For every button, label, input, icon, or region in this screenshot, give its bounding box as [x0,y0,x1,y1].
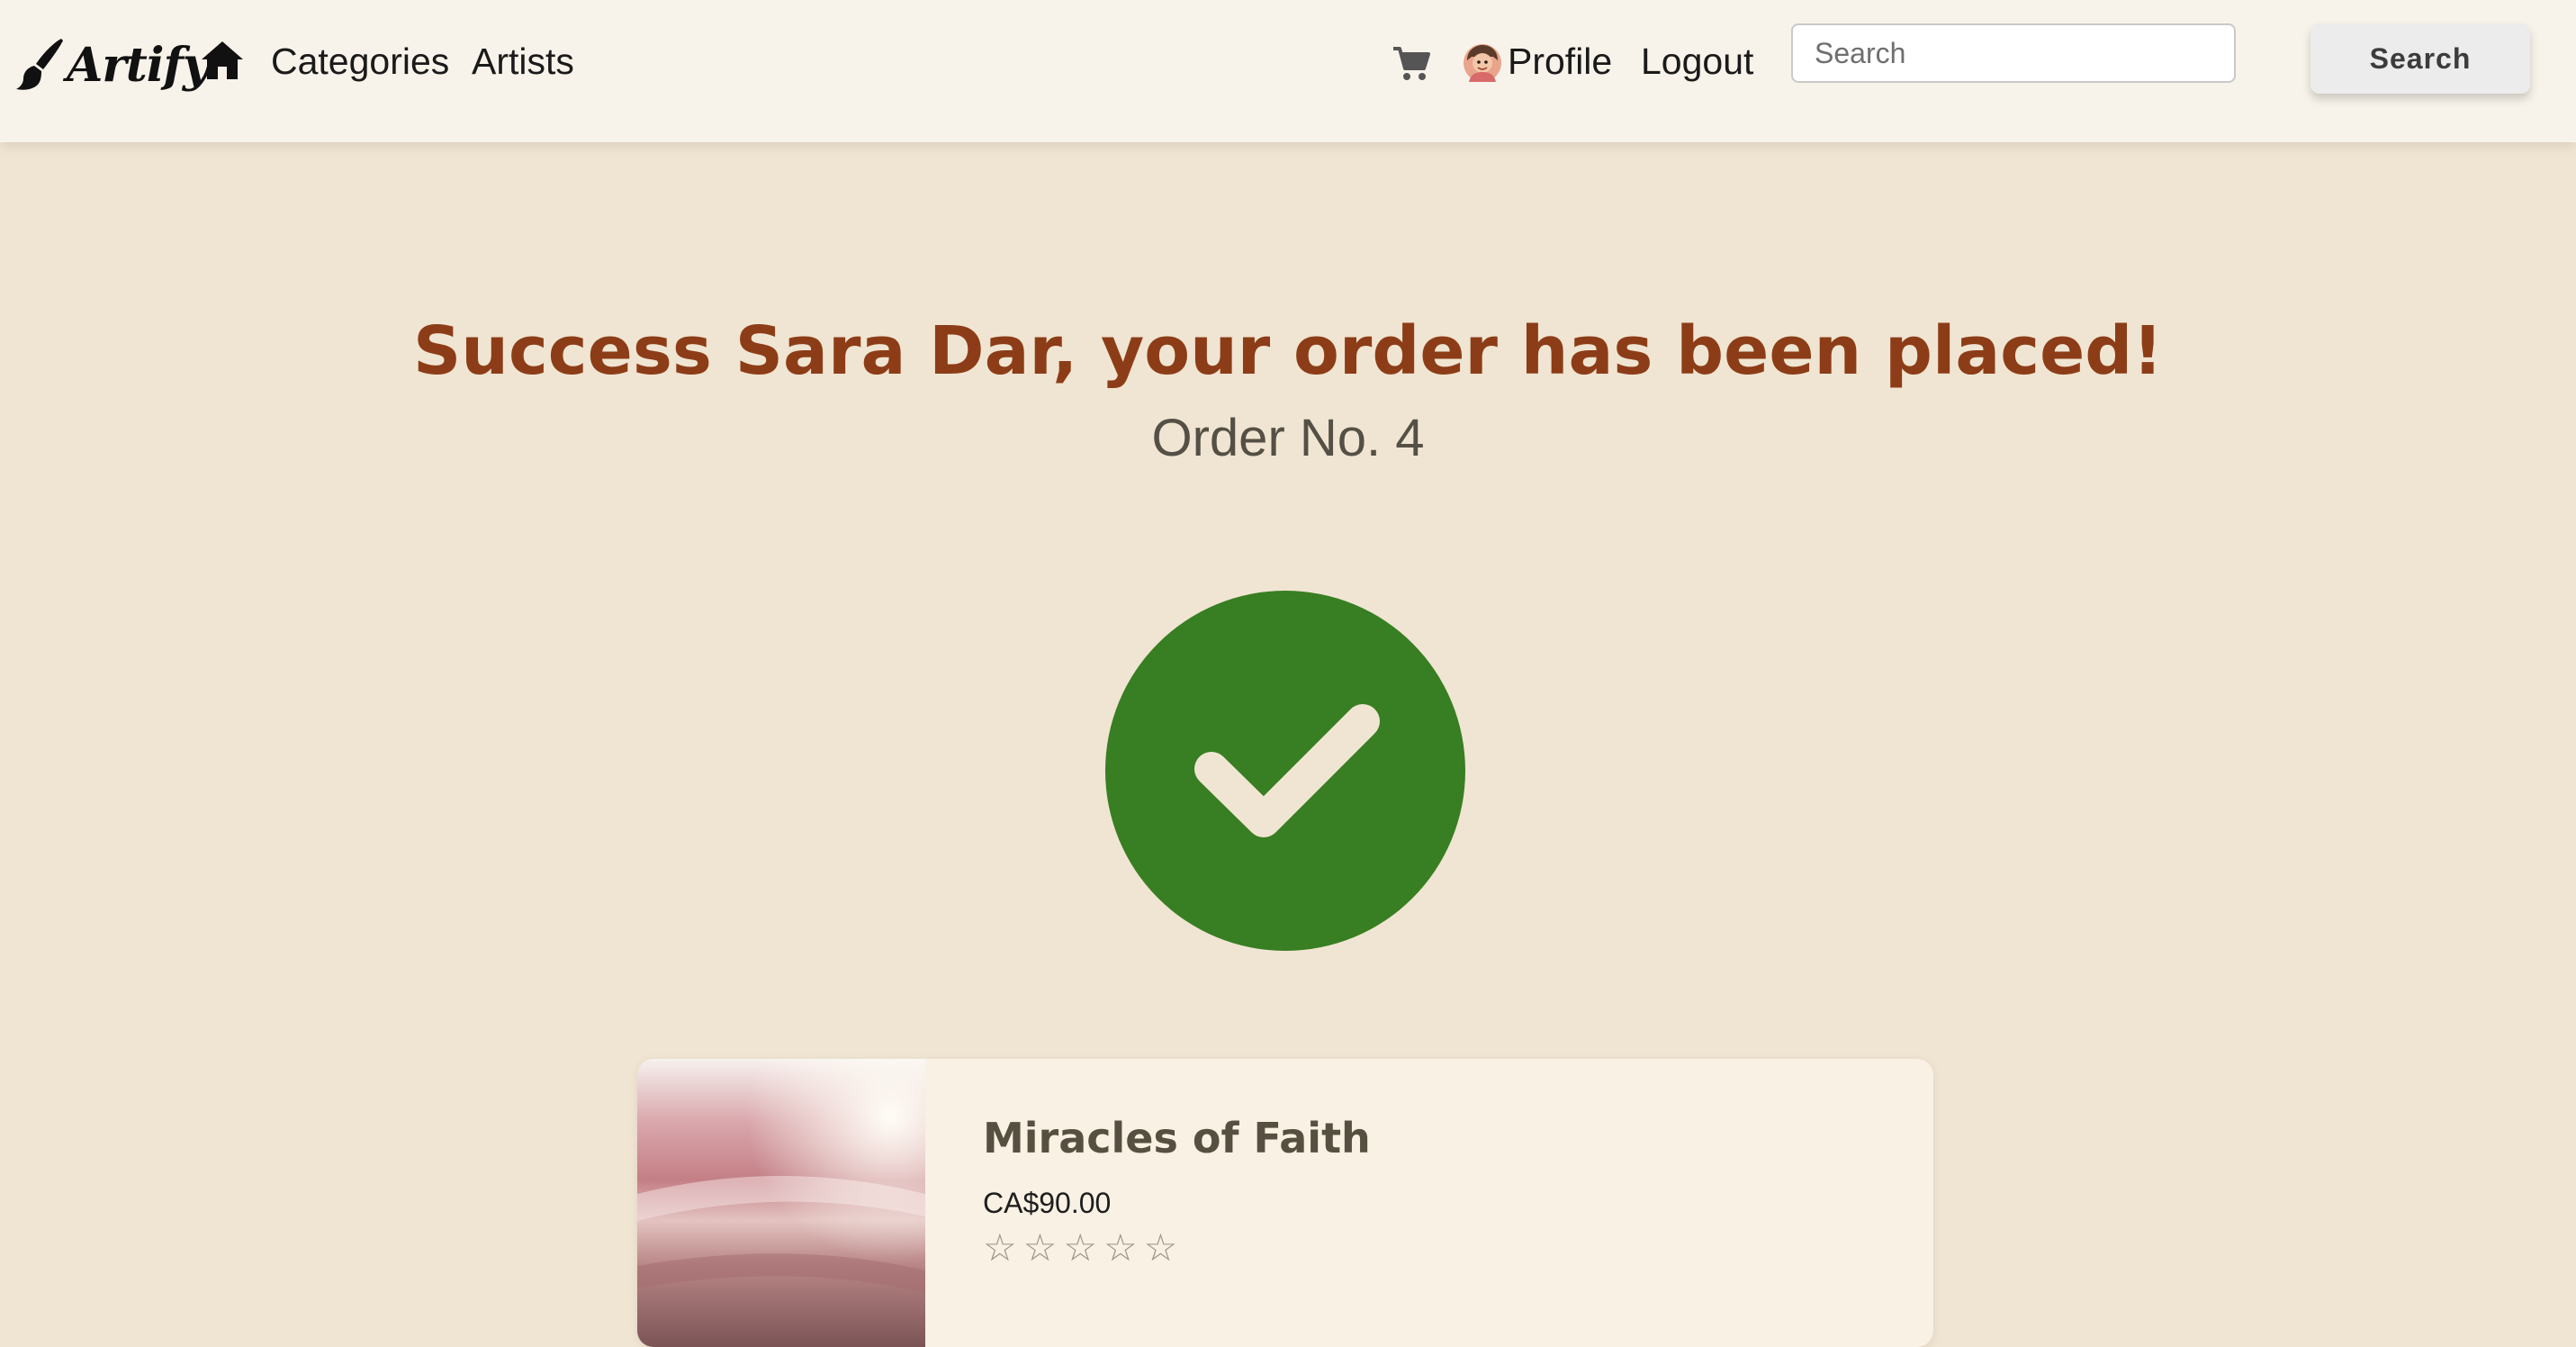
cart-icon[interactable] [1392,43,1431,83]
home-icon[interactable] [200,40,245,81]
avatar[interactable] [1464,44,1501,82]
paintbrush-icon [16,39,63,90]
order-item-card: Miracles of Faith CA$90.00 ☆ ☆ ☆ ☆ ☆ [637,1059,1933,1347]
check-circle-icon [1105,591,1465,951]
nav-categories-link[interactable]: Categories [271,36,449,86]
star-empty-icon[interactable]: ☆ [1103,1225,1138,1271]
navbar: Artify Categories Artists Profile Logout… [0,0,2576,142]
nav-logout-link[interactable]: Logout [1641,36,1753,86]
star-empty-icon[interactable]: ☆ [1023,1225,1058,1271]
item-price: CA$90.00 [983,1187,1112,1219]
star-rating[interactable]: ☆ ☆ ☆ ☆ ☆ [983,1225,1177,1271]
nav-artists-link[interactable]: Artists [472,36,574,86]
nav-profile-link[interactable]: Profile [1508,36,1612,86]
artwork-thumbnail[interactable] [637,1059,925,1347]
search-button[interactable]: Search [2310,23,2530,94]
star-empty-icon[interactable]: ☆ [983,1225,1017,1271]
star-empty-icon[interactable]: ☆ [1144,1225,1178,1271]
item-title[interactable]: Miracles of Faith [983,1111,1371,1165]
order-success-title: Success Sara Dar, your order has been pl… [412,312,2164,390]
star-empty-icon[interactable]: ☆ [1063,1225,1097,1271]
brand-logo[interactable]: Artify [16,32,210,97]
brand-name: Artify [67,37,210,93]
search-input[interactable] [1791,23,2236,83]
order-number: Order No. 4 [1151,409,1425,467]
